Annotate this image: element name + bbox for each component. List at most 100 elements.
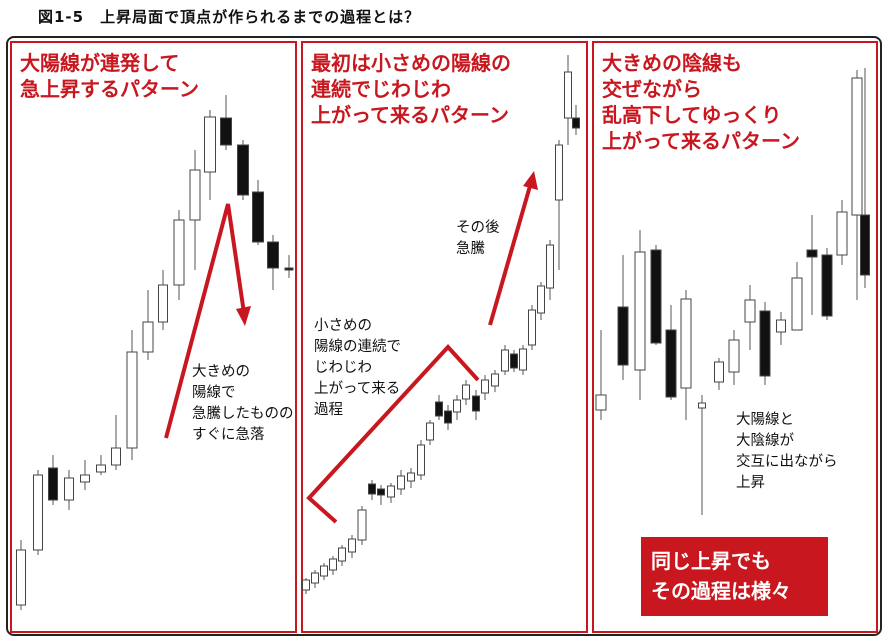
bullish-candle-body: [714, 361, 724, 383]
bullish-candle-body: [142, 321, 154, 353]
panel-1-candle: [204, 110, 216, 200]
bullish-candle-body: [462, 384, 470, 400]
panel-2-note-line: 小さめの: [314, 317, 372, 334]
panel-1-title-line: 急上昇するパターン: [20, 77, 199, 101]
panel-2-candle: [417, 440, 425, 480]
bullish-candle-body: [528, 309, 536, 346]
bullish-candle-body: [407, 472, 415, 482]
panel-2-title-line: 連続でじわじわ: [311, 77, 451, 101]
panel-2-candle: [320, 563, 328, 580]
panel-3-title-line: 大きめの陰線も: [602, 51, 742, 75]
panel-2-candle: [302, 578, 310, 594]
panel-2-candle: [357, 506, 367, 545]
bearish-candle-body: [220, 117, 232, 146]
panel-2-candle: [311, 570, 319, 588]
panel-3-note-line: 上昇: [736, 474, 765, 491]
bearish-candle-body: [860, 214, 870, 276]
bullish-candle-body: [698, 402, 706, 409]
bullish-candle-body: [453, 399, 461, 413]
bullish-candle-body: [320, 565, 328, 577]
candlesticks-panel-1: [16, 95, 294, 610]
panel-3-title: 大きめの陰線も交ぜながら乱高下してゆっくり上がって来るパターン: [602, 51, 800, 153]
panel-3-title-line: 上がって来るパターン: [602, 129, 800, 153]
bearish-candle-body: [48, 467, 58, 501]
panel-1-candle: [220, 95, 232, 150]
bullish-candle-body: [329, 558, 337, 571]
panel-2-note-line: じわじわ: [314, 359, 372, 376]
panel-1-candle: [142, 290, 154, 360]
panel-1-candle: [80, 460, 90, 490]
panel-3-candle: [665, 305, 677, 400]
panel-3-candle: [714, 358, 724, 390]
callout-line: その過程は様々: [651, 579, 791, 603]
bullish-candle-body: [491, 373, 499, 387]
bullish-candle-body: [537, 285, 545, 314]
panel-1-candle: [252, 180, 264, 245]
panel-1-note-line: すぐに急落: [192, 426, 265, 443]
panel-3-note-line: 大陽線と: [736, 411, 794, 428]
panel-2-candle: [426, 420, 434, 445]
panel-2-candle: [329, 556, 337, 575]
panel-3-candle: [821, 248, 833, 320]
bearish-candle-body: [444, 410, 452, 424]
bullish-candle-body: [302, 579, 310, 591]
panel-1-candle: [173, 210, 185, 300]
panel-frame-2: [301, 41, 588, 633]
bearish-candle-body: [435, 401, 443, 417]
bullish-candle-body: [204, 116, 216, 173]
bearish-candle-body: [267, 241, 279, 269]
panel-1-title: 大陽線が連発して急上昇するパターン: [20, 51, 199, 101]
panel-1-note-line: 陽線で: [192, 384, 236, 401]
panel-3-candle: [791, 262, 803, 331]
bearish-candle-body: [510, 353, 518, 369]
panel-2-note-surge: その後急騰: [456, 219, 500, 257]
pattern-diagram: 大陽線が連発して急上昇するパターン 最初は小さめの陽線の連続でじわじわ上がって来…: [10, 41, 878, 633]
panel-1-title-line: 大陽線が連発して: [20, 51, 179, 75]
panel-2-candle: [537, 282, 545, 320]
panel-2-note-line: 上がって来る: [314, 380, 400, 397]
callout-line: 同じ上昇でも: [651, 549, 771, 573]
bearish-candle-body: [759, 310, 771, 377]
panel-2-candle: [546, 240, 554, 300]
panel-1-candle: [64, 470, 74, 510]
bullish-candle-body: [519, 348, 527, 371]
panel-2-candle: [491, 370, 499, 392]
bullish-candle-body: [501, 349, 509, 372]
panel-3-title-line: 乱高下してゆっくり: [602, 103, 781, 127]
panel-2-candle: [435, 395, 443, 420]
panel-2-title-line: 最初は小さめの陽線の: [311, 51, 511, 75]
panel-2-note-surge-line: 急騰: [456, 239, 485, 257]
bullish-candle-body: [417, 444, 425, 476]
panel-3-candle: [680, 290, 692, 420]
bullish-candle-body: [387, 485, 395, 498]
panel-3-candle: [650, 245, 662, 345]
bullish-candle-body: [481, 379, 489, 394]
panel-3-candle: [728, 330, 740, 385]
bearish-candle-body: [237, 144, 249, 196]
panel-3-note: 大陽線と大陰線が交互に出ながら上昇: [736, 411, 838, 491]
panel-2-candle: [348, 535, 356, 558]
bullish-candle-body: [776, 319, 786, 333]
bearish-candle-body: [617, 306, 629, 366]
bullish-candle-body: [64, 477, 74, 501]
panel-2-candle: [387, 483, 395, 503]
panel-2-candle: [377, 485, 385, 505]
bullish-candle-body: [16, 549, 26, 606]
bullish-candle-body: [111, 447, 121, 466]
panel-3-candle: [776, 312, 786, 345]
bullish-candle-body: [173, 219, 185, 286]
panel-3-candle: [698, 395, 706, 515]
panel-1-candle: [267, 235, 279, 290]
panel-2-candle: [519, 345, 527, 375]
panel-3-candle: [744, 285, 756, 350]
bullish-candle-body: [33, 474, 43, 551]
bullish-candle-body: [348, 538, 356, 553]
bearish-candle-body: [368, 483, 376, 495]
panel-1-candle: [189, 150, 201, 270]
bullish-candle-body: [728, 339, 740, 373]
panel-2-candle: [338, 545, 346, 566]
bullish-candle-body: [96, 464, 106, 473]
panel-2-candle: [564, 55, 572, 145]
bullish-candle-body: [836, 211, 848, 256]
bullish-candle-body: [744, 299, 756, 323]
